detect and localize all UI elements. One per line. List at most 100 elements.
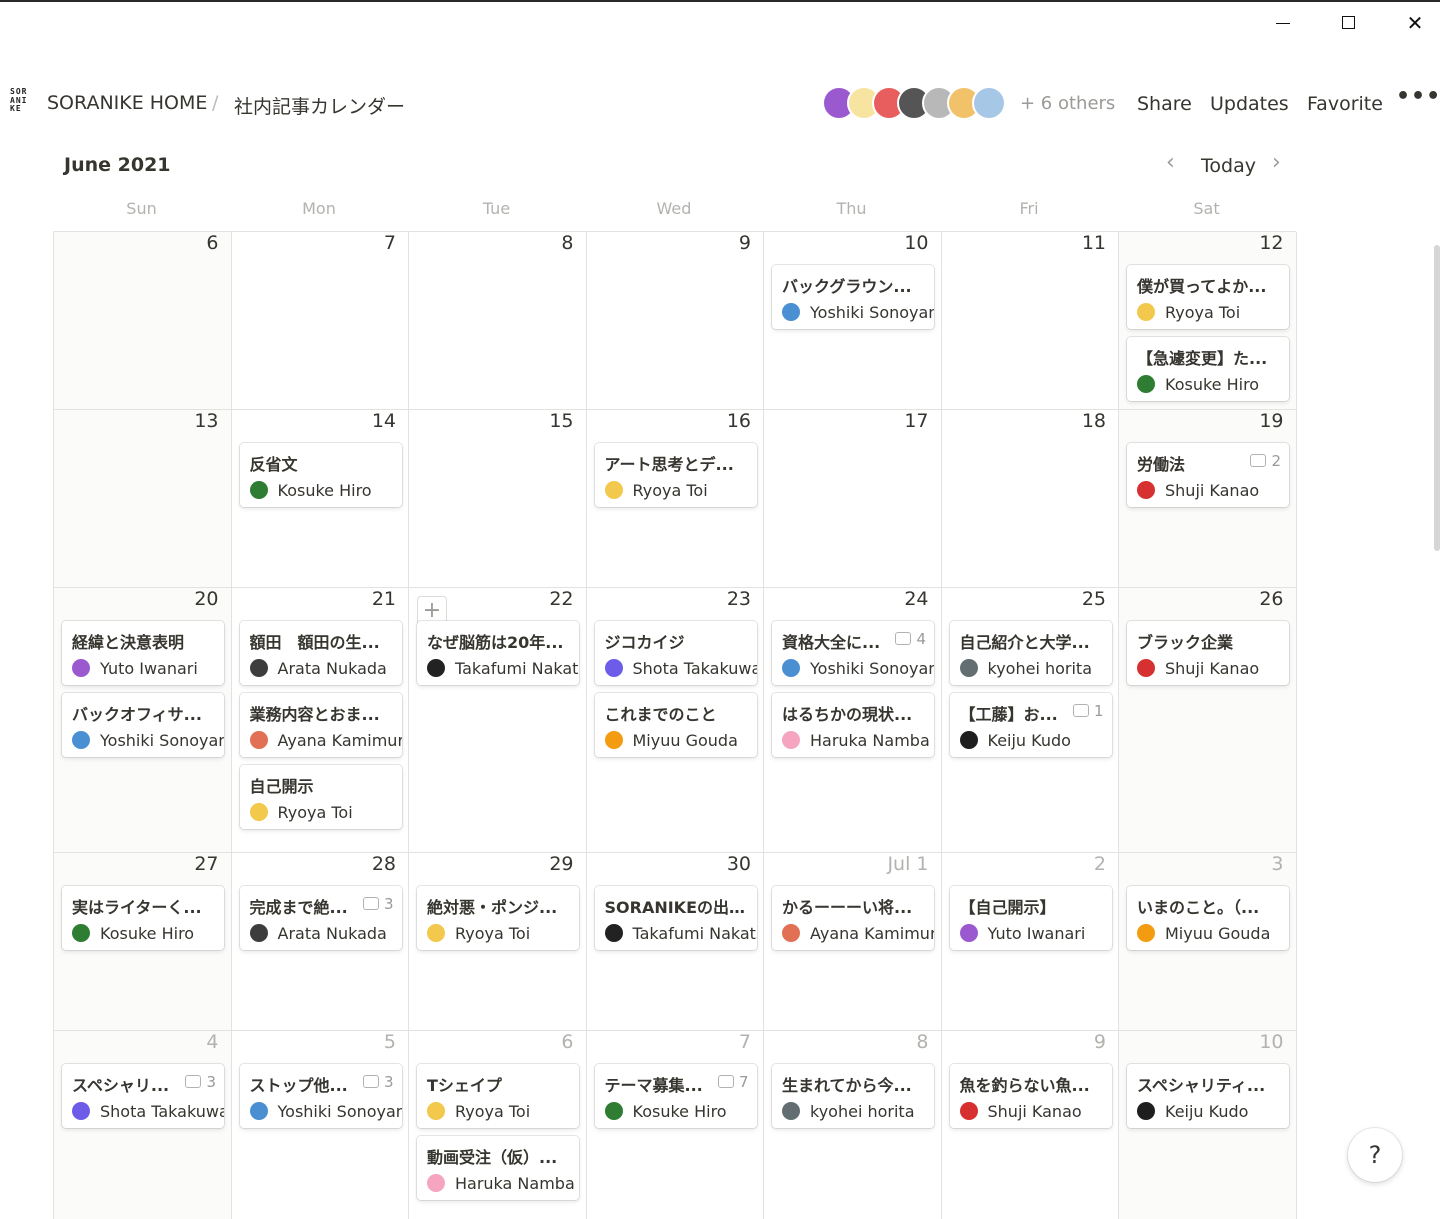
calendar-day-cell[interactable]: 16 アート思考とデ... Ryoya Toi: [586, 410, 764, 588]
share-button[interactable]: Share: [1137, 93, 1192, 115]
article-card[interactable]: スペシャリティ... Keiju Kudo: [1127, 1064, 1289, 1128]
article-card[interactable]: 反省文 Kosuke Hiro: [239, 443, 402, 507]
author-avatar-icon: [1137, 659, 1155, 677]
calendar-day-cell[interactable]: 7 テーマ募集... 7 Kosuke Hiro: [587, 1031, 764, 1219]
article-card[interactable]: 生まれてから今... kyohei horita: [772, 1064, 934, 1128]
calendar-day-cell[interactable]: 19 労働法 2 Shuji Kanao: [1119, 410, 1297, 588]
calendar-day-cell[interactable]: 3 いまのこと。（... Miyuu Gouda: [1119, 853, 1297, 1031]
calendar-day-cell[interactable]: 2 【自己開示】 Yuto Iwanari: [941, 853, 1119, 1031]
article-card[interactable]: Tシェイプ Ryoya Toi: [417, 1064, 579, 1128]
help-button[interactable]: ?: [1348, 1128, 1402, 1182]
author-avatar-icon: [427, 659, 445, 677]
article-card[interactable]: 【工藤】お... 1 Keiju Kudo: [949, 693, 1112, 757]
article-card[interactable]: SORANIKEの出... Takafumi Nakatsu: [594, 886, 757, 950]
article-card[interactable]: 資格大全に... 4 Yoshiki Sonoyama: [772, 621, 934, 685]
day-number: 18: [1081, 410, 1106, 432]
article-card[interactable]: 経緯と決意表明 Yuto Iwanari: [62, 621, 224, 685]
calendar-day-cell[interactable]: 10 スペシャリティ... Keiju Kudo: [1119, 1031, 1297, 1219]
calendar-day-cell[interactable]: 25 自己紹介と大学... kyohei horita 【工藤】お... 1 Keiju …: [941, 588, 1119, 853]
workspace-logo-icon[interactable]: SOR ANI KE: [10, 87, 40, 118]
comment-icon: [185, 1075, 202, 1088]
article-title: 経緯と決意表明: [72, 633, 185, 652]
article-card[interactable]: 動画受注（仮）... Haruka Namba: [417, 1136, 579, 1200]
calendar-day-cell[interactable]: 10 バックグラウン... Yoshiki Sonoyama: [764, 232, 942, 410]
vertical-scrollbar[interactable]: [1434, 245, 1440, 551]
today-button[interactable]: Today: [1201, 155, 1256, 177]
article-card[interactable]: 労働法 2 Shuji Kanao: [1127, 443, 1289, 507]
article-title: 絶対悪・ポンジ...: [427, 898, 558, 917]
calendar-day-cell[interactable]: +22なぜ脳筋は20年...Takafumi Nakatsu: [409, 588, 587, 853]
calendar-day-cell[interactable]: 29 絶対悪・ポンジ... Ryoya Toi: [409, 853, 587, 1031]
article-card[interactable]: 完成まで絶... 3 Arata Nukada: [239, 886, 402, 950]
article-card[interactable]: これまでのこと Miyuu Gouda: [594, 693, 757, 757]
article-author: Ryoya Toi: [427, 924, 579, 943]
article-card[interactable]: アート思考とデ... Ryoya Toi: [594, 443, 757, 507]
breadcrumb-page[interactable]: 社内記事カレンダー: [234, 92, 405, 119]
article-card[interactable]: ストップ他... 3 Yoshiki Sonoyama: [239, 1064, 402, 1128]
article-card[interactable]: 絶対悪・ポンジ... Ryoya Toi: [417, 886, 579, 950]
calendar-day-cell[interactable]: 6 Tシェイプ Ryoya Toi 動画受注（仮）... Haruka Namba: [409, 1031, 587, 1219]
favorite-button[interactable]: Favorite: [1307, 93, 1383, 115]
calendar-day-cell[interactable]: 14 反省文 Kosuke Hiro: [231, 410, 409, 588]
article-card[interactable]: いまのこと。（... Miyuu Gouda: [1127, 886, 1289, 950]
calendar-day-cell[interactable]: 13: [54, 410, 232, 588]
calendar-day-cell[interactable]: Jul 1 かるーーーい将... Ayana Kamimura: [764, 853, 942, 1031]
breadcrumb-workspace[interactable]: SORANIKE HOME: [47, 92, 207, 114]
article-card[interactable]: 僕が買ってよか... Ryoya Toi: [1127, 265, 1289, 329]
article-card[interactable]: 自己開示 Ryoya Toi: [239, 765, 402, 829]
article-card[interactable]: 【急遽変更】た... Kosuke Hiro: [1127, 337, 1289, 401]
others-count[interactable]: + 6 others: [1020, 93, 1115, 114]
calendar-day-cell[interactable]: 27 実はライターく... Kosuke Hiro: [54, 853, 232, 1031]
article-card[interactable]: なぜ脳筋は20年... Takafumi Nakatsu: [417, 621, 579, 685]
calendar-day-cell[interactable]: 5 ストップ他... 3 Yoshiki Sonoyama: [232, 1031, 409, 1219]
calendar-day-cell[interactable]: 20 経緯と決意表明 Yuto Iwanari バックオフィサ... Yoshiki S…: [54, 588, 232, 853]
calendar-day-cell[interactable]: 28 完成まで絶... 3 Arata Nukada: [231, 853, 409, 1031]
calendar-day-cell[interactable]: 24 資格大全に... 4 Yoshiki Sonoyama はるちかの現状... Har…: [764, 588, 942, 853]
article-card[interactable]: 業務内容とおま... Ayana Kamimura: [239, 693, 402, 757]
author-name: Shuji Kanao: [1165, 659, 1260, 678]
calendar-day-cell[interactable]: 23 ジコカイジ Shota Takakuwa これまでのこと Miyuu Gouda: [586, 588, 764, 853]
weekday-label: Fri: [1019, 199, 1039, 218]
close-icon[interactable]: ✕: [1400, 12, 1430, 34]
article-card[interactable]: 魚を釣らない魚... Shuji Kanao: [949, 1064, 1112, 1128]
article-title: アート思考とデ...: [604, 455, 734, 474]
minimize-icon[interactable]: [1268, 12, 1298, 34]
calendar-day-cell[interactable]: 4 スペシャリ... 3 Shota Takakuwa: [54, 1031, 232, 1219]
article-card[interactable]: テーマ募集... 7 Kosuke Hiro: [594, 1064, 757, 1128]
article-author: Shota Takakuwa: [72, 1102, 224, 1121]
calendar-day-cell[interactable]: 6: [54, 232, 232, 410]
calendar-day-cell[interactable]: 9: [586, 232, 764, 410]
article-card[interactable]: スペシャリ... 3 Shota Takakuwa: [62, 1064, 224, 1128]
next-month-icon[interactable]: ›: [1272, 150, 1281, 175]
calendar-day-cell[interactable]: 12 僕が買ってよか... Ryoya Toi 【急遽変更】た... Kosuke Hi…: [1119, 232, 1297, 410]
article-card[interactable]: 【自己開示】 Yuto Iwanari: [949, 886, 1112, 950]
calendar-day-cell[interactable]: 9 魚を釣らない魚... Shuji Kanao: [942, 1031, 1119, 1219]
calendar-day-cell[interactable]: 8 生まれてから今... kyohei horita: [764, 1031, 942, 1219]
article-card[interactable]: バックオフィサ... Yoshiki Sonoyama: [62, 693, 224, 757]
article-card[interactable]: ブラック企業 Shuji Kanao: [1127, 621, 1289, 685]
article-card[interactable]: バックグラウン... Yoshiki Sonoyama: [772, 265, 934, 329]
calendar-day-cell[interactable]: 11: [941, 232, 1119, 410]
day-number: 8: [916, 1031, 929, 1053]
calendar-day-cell[interactable]: 15: [409, 410, 587, 588]
calendar-day-cell[interactable]: 30 SORANIKEの出... Takafumi Nakatsu: [586, 853, 764, 1031]
calendar-day-cell[interactable]: 17: [764, 410, 942, 588]
article-card[interactable]: ジコカイジ Shota Takakuwa: [594, 621, 757, 685]
article-card[interactable]: はるちかの現状... Haruka Namba: [772, 693, 934, 757]
article-card[interactable]: 実はライターく... Kosuke Hiro: [62, 886, 224, 950]
calendar-day-cell[interactable]: 7: [231, 232, 409, 410]
logo-line: KE: [10, 104, 22, 113]
maximize-icon[interactable]: [1333, 12, 1363, 34]
calendar-day-cell[interactable]: 21 額田 額田の生... Arata Nukada 業務内容とおま... Ayana …: [231, 588, 409, 853]
more-options-icon[interactable]: •••: [1396, 84, 1440, 109]
updates-button[interactable]: Updates: [1210, 93, 1289, 115]
collaborator-avatar[interactable]: [972, 86, 1006, 120]
calendar-day-cell[interactable]: 8: [409, 232, 587, 410]
calendar-day-cell[interactable]: 26 ブラック企業 Shuji Kanao: [1119, 588, 1297, 853]
article-card[interactable]: 額田 額田の生... Arata Nukada: [239, 621, 402, 685]
calendar-day-cell[interactable]: 18: [941, 410, 1119, 588]
previous-month-icon[interactable]: ‹: [1166, 150, 1175, 175]
article-card[interactable]: 自己紹介と大学... kyohei horita: [949, 621, 1112, 685]
article-author: Arata Nukada: [249, 659, 402, 678]
article-card[interactable]: かるーーーい将... Ayana Kamimura: [772, 886, 934, 950]
